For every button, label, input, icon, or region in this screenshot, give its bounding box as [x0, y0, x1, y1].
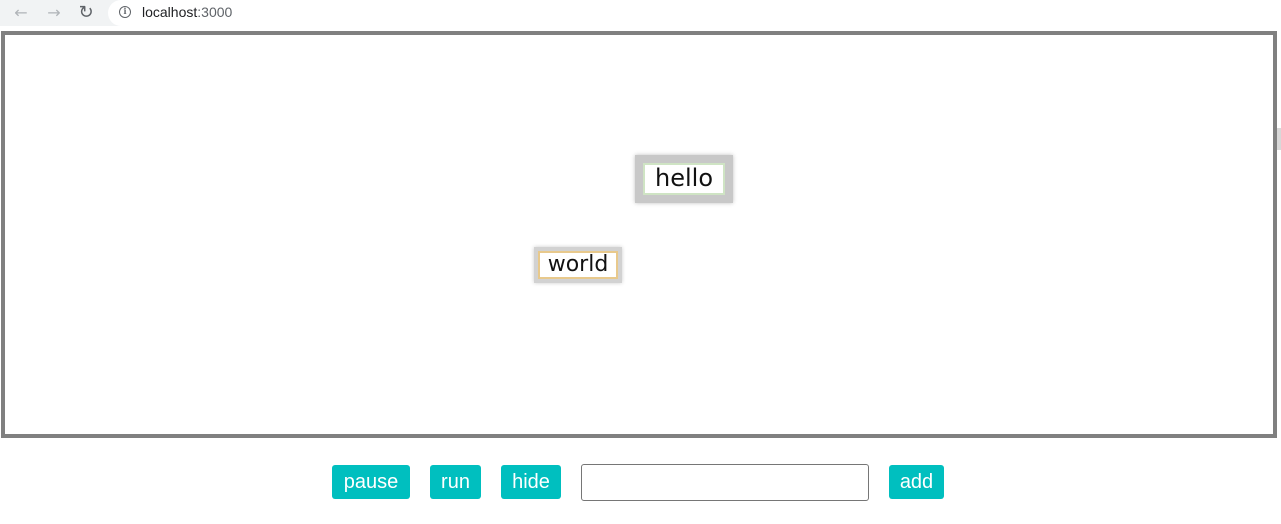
pause-button[interactable]: pause [332, 465, 410, 499]
back-arrow-icon[interactable]: ← [9, 1, 33, 25]
browser-toolbar: ← → ↻ i localhost:3000 [0, 0, 1281, 26]
tag-hello-label: hello [643, 163, 725, 195]
tag-text-input[interactable] [581, 464, 869, 501]
info-icon[interactable]: i [119, 6, 131, 18]
tag-hello[interactable]: hello [635, 155, 733, 203]
url-text: localhost:3000 [142, 3, 232, 21]
hide-button[interactable]: hide [501, 465, 561, 499]
address-bar[interactable]: i localhost:3000 [108, 0, 1281, 26]
reload-icon[interactable]: ↻ [74, 1, 98, 25]
scrollbar-marker[interactable] [1277, 128, 1281, 150]
url-port: :3000 [197, 4, 233, 20]
tag-world-label: world [538, 251, 618, 279]
tag-world[interactable]: world [534, 247, 622, 283]
stage-canvas: hello world [1, 31, 1277, 438]
url-host: localhost [142, 4, 198, 20]
forward-arrow-icon[interactable]: → [42, 1, 66, 25]
run-button[interactable]: run [430, 465, 481, 499]
add-button[interactable]: add [889, 465, 944, 499]
